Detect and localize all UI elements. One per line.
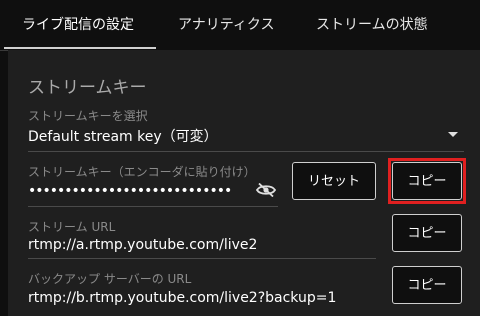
eye-off-icon[interactable] (255, 182, 277, 198)
tab-analytics[interactable]: アナリティクス (178, 0, 274, 50)
section-title: ストリームキー (28, 78, 147, 98)
stream-key-select-underline (28, 151, 464, 152)
active-tab-indicator (4, 47, 156, 49)
stream-url-label: ストリーム URL (28, 220, 116, 234)
copy-backup-url-button[interactable]: コピー (392, 266, 462, 304)
dropdown-arrow-icon[interactable] (448, 132, 458, 137)
tab-live-settings[interactable]: ライブ配信の設定 (22, 0, 134, 50)
backup-url-label: バックアップ サーバーの URL (28, 272, 192, 286)
tab-stream-health[interactable]: ストリームの状態 (316, 0, 428, 50)
stream-key-select-value[interactable]: Default stream key（可変） (28, 126, 218, 146)
stream-url-underline (28, 258, 376, 259)
stream-key-underline (28, 206, 278, 207)
copy-stream-url-button[interactable]: コピー (392, 214, 462, 252)
stream-key-select-label: ストリームキーを選択 (28, 109, 148, 123)
stream-key-field[interactable]: •••••••••••••••••••••••••••• (28, 183, 232, 199)
stream-key-label: ストリームキー（エンコーダに貼り付け） (28, 165, 256, 179)
tab-bar: ライブ配信の設定 アナリティクス ストリームの状態 (0, 0, 480, 51)
highlight-box (388, 158, 466, 204)
stream-url-value[interactable]: rtmp://a.rtmp.youtube.com/live2 (28, 237, 257, 253)
backup-url-value[interactable]: rtmp://b.rtmp.youtube.com/live2?backup=1 (28, 290, 336, 306)
reset-button[interactable]: リセット (292, 162, 376, 200)
